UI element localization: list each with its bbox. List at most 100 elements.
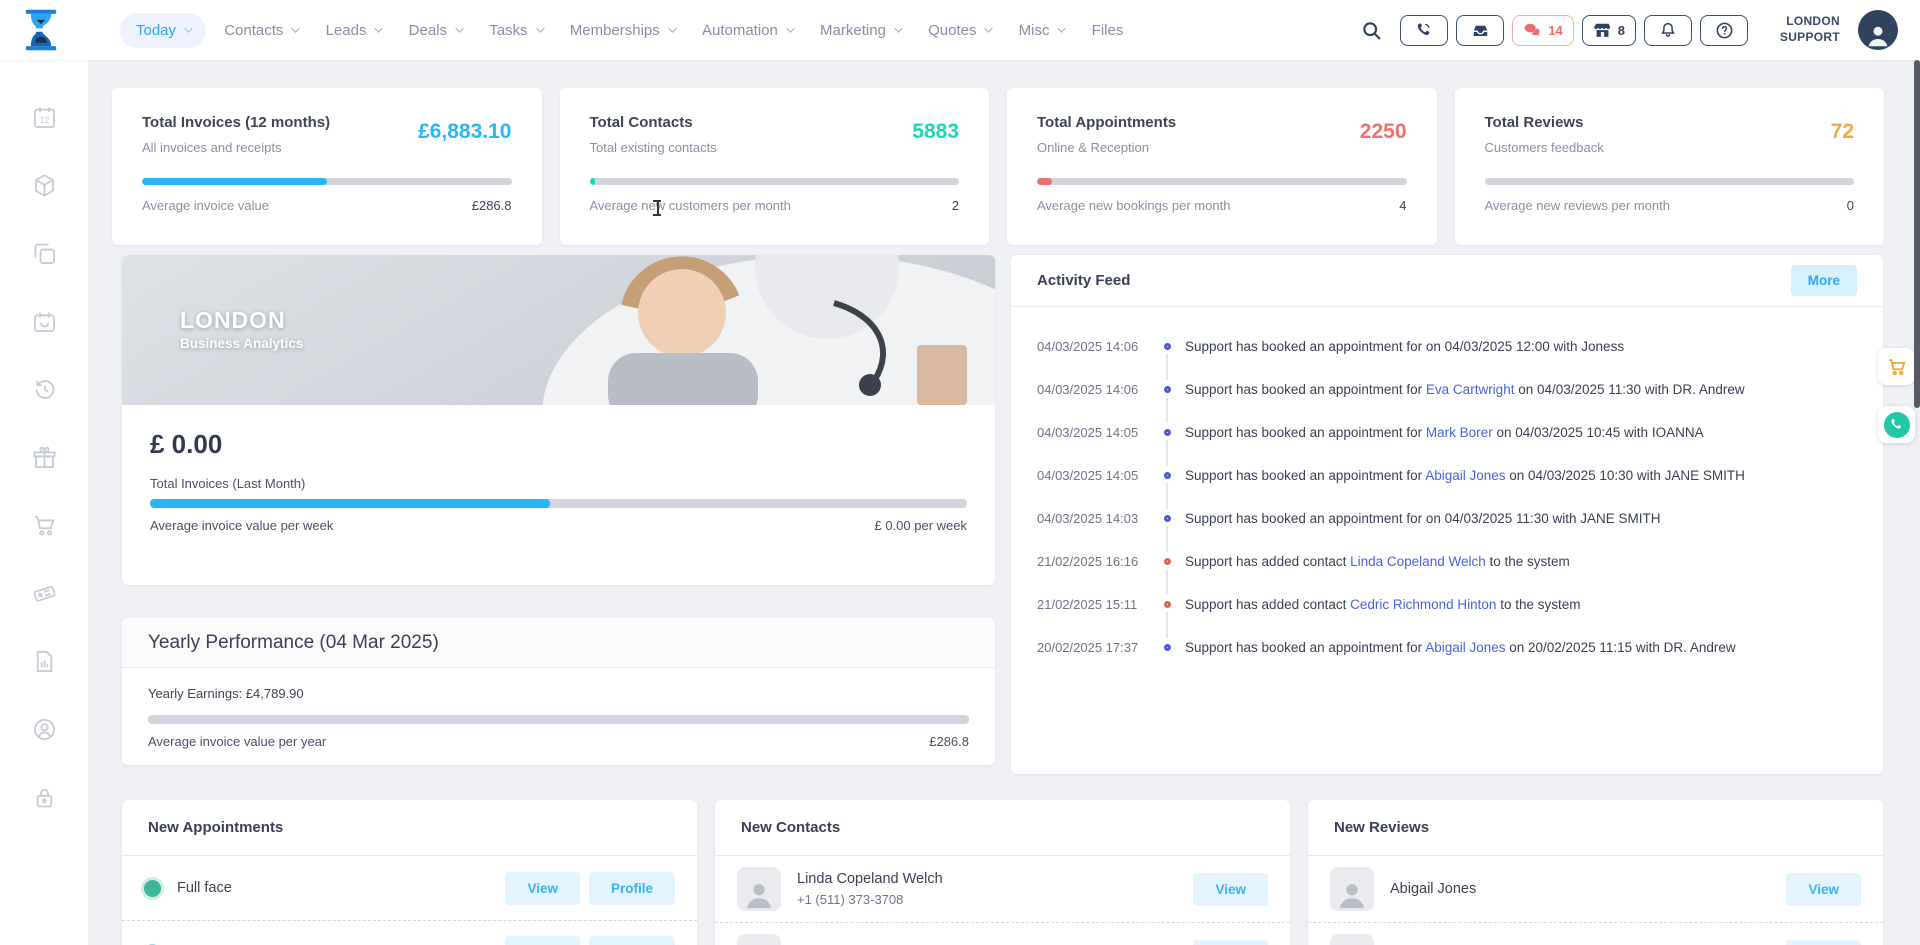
chat-icon — [1524, 23, 1540, 36]
feed-timestamp: 20/02/2025 17:37 — [1037, 640, 1139, 655]
floating-cart-button[interactable] — [1878, 348, 1915, 385]
stat-value: £6,883.10 — [418, 120, 512, 143]
nav-files[interactable]: Files — [1082, 13, 1134, 48]
voucher-icon[interactable] — [31, 580, 58, 607]
feed-entry: 20/02/2025 17:37 Support has booked an a… — [1037, 626, 1857, 669]
feed-contact-link[interactable]: Abigail Jones — [1425, 468, 1505, 483]
account-icon[interactable] — [31, 716, 58, 743]
review-row: Abigail Jones View — [1308, 856, 1883, 922]
reviewer-name: Abigail Jones — [1390, 881, 1477, 897]
progress-fill — [1037, 178, 1052, 185]
progress-fill — [150, 499, 551, 508]
nav-memberships[interactable]: Memberships — [560, 13, 684, 48]
nav-quotes-label: Quotes — [928, 21, 977, 39]
feed-text: Support has booked an appointment for on… — [1185, 339, 1625, 354]
profile-button[interactable]: Profile — [588, 871, 675, 905]
nav-tasks[interactable]: Tasks — [479, 13, 552, 48]
feed-contact-link[interactable]: Mark Borer — [1426, 425, 1493, 440]
stat-card-invoices: Total Invoices (12 months) All invoices … — [112, 88, 542, 245]
profile-button[interactable]: Profile — [588, 936, 675, 945]
yearly-footer-value: £286.8 — [929, 734, 969, 749]
service-color-dot — [144, 879, 161, 897]
main-content: Total Invoices (12 months) All invoices … — [88, 60, 1920, 945]
cart-icon[interactable] — [31, 512, 58, 539]
user-avatar[interactable] — [1858, 10, 1898, 50]
chevron-down-icon — [1057, 24, 1067, 33]
calendar-icon[interactable]: 12 — [31, 104, 58, 131]
nav-memberships-label: Memberships — [569, 21, 660, 39]
nav-misc[interactable]: Misc — [1009, 13, 1074, 48]
new-appointments-title: New Appointments — [148, 819, 284, 836]
booking-icon[interactable] — [31, 308, 58, 335]
left-column: LONDON Business Analytics £ 0.00 Total I… — [122, 255, 995, 765]
view-button[interactable]: View — [505, 871, 580, 905]
app-logo-icon[interactable] — [20, 8, 62, 52]
yearly-footer-label: Average invoice value per year — [148, 734, 327, 749]
chevron-down-icon — [374, 24, 384, 33]
search-icon[interactable] — [1354, 13, 1388, 47]
stat-footer-value: 0 — [1846, 198, 1854, 213]
view-button[interactable]: View — [505, 936, 580, 945]
phone-icon — [1418, 23, 1430, 36]
view-button[interactable]: View — [1193, 872, 1268, 906]
more-button[interactable]: More — [1790, 265, 1857, 296]
chevron-down-icon — [455, 24, 464, 33]
chat-count-badge: 14 — [1548, 22, 1563, 38]
inbox-button[interactable] — [1456, 14, 1505, 46]
person-icon — [1339, 884, 1365, 909]
new-appointments-card: New Appointments Full face View Profile … — [122, 800, 697, 945]
view-button[interactable]: View — [1786, 872, 1861, 906]
feed-contact-link[interactable]: Abigail Jones — [1425, 640, 1505, 655]
nav-marketing[interactable]: Marketing — [810, 13, 910, 48]
stat-footer-value: £286.8 — [471, 198, 512, 213]
nav-leads[interactable]: Leads — [316, 13, 391, 48]
yearly-performance-card: Yearly Performance (04 Mar 2025) Yearly … — [122, 618, 995, 765]
stat-footer-label: Average new customers per month — [589, 198, 791, 213]
activity-feed-card: Activity Feed More 04/03/2025 14:06 Supp… — [1011, 255, 1883, 774]
gift-icon[interactable] — [31, 444, 58, 471]
timeline-dot-column — [1149, 540, 1185, 583]
nav-contacts[interactable]: Contacts — [214, 13, 307, 48]
phone-button[interactable] — [1400, 14, 1449, 46]
chat-button[interactable]: 14 — [1512, 14, 1574, 46]
notifications-button[interactable] — [1644, 14, 1692, 46]
feed-text: on 20/02/2025 11:15 with DR. Andrew — [1505, 640, 1736, 655]
feed-timestamp: 04/03/2025 14:05 — [1037, 425, 1139, 440]
stat-subtitle: Customers feedback — [1484, 140, 1604, 155]
timeline-dot — [1163, 601, 1171, 608]
progress-fill — [142, 178, 327, 185]
nav-automation[interactable]: Automation — [692, 13, 802, 48]
feed-timestamp: 21/02/2025 15:11 — [1037, 597, 1138, 612]
nav-today[interactable]: Today — [120, 12, 207, 48]
timeline-dot-column — [1149, 368, 1185, 411]
new-contacts-title: New Contacts — [741, 819, 841, 836]
progress-track — [150, 499, 967, 508]
package-icon[interactable] — [31, 172, 58, 199]
history-icon[interactable] — [31, 376, 58, 403]
floating-widgets — [1878, 348, 1915, 443]
feed-contact-link[interactable]: Linda Copeland Welch — [1350, 554, 1486, 569]
report-icon[interactable] — [31, 648, 58, 675]
timeline-dot — [1163, 429, 1171, 436]
view-button[interactable]: View — [1193, 939, 1268, 945]
person-icon — [1868, 26, 1888, 47]
stat-title: Total Contacts — [589, 114, 693, 131]
feed-entry: 04/03/2025 14:06 Support has booked an a… — [1037, 368, 1857, 411]
help-button[interactable] — [1700, 14, 1748, 46]
feed-contact-link[interactable]: Cedric Richmond Hinton — [1350, 597, 1496, 612]
lock-icon[interactable] — [31, 784, 58, 811]
store-button[interactable]: 8 — [1581, 14, 1636, 46]
inbox-icon — [1473, 25, 1488, 36]
business-analytics-card: LONDON Business Analytics £ 0.00 Total I… — [122, 255, 995, 585]
floating-call-button[interactable] — [1878, 406, 1915, 443]
phone-icon — [1883, 411, 1910, 438]
avatar — [737, 934, 781, 945]
nav-deals[interactable]: Deals — [399, 13, 472, 48]
nav-quotes[interactable]: Quotes — [918, 13, 1001, 48]
stat-footer-value: 4 — [1399, 198, 1407, 213]
copy-icon[interactable] — [31, 240, 58, 267]
scrollbar[interactable] — [1914, 60, 1920, 408]
feed-contact-link[interactable]: Eva Cartwright — [1426, 382, 1515, 397]
view-button[interactable]: View — [1786, 939, 1861, 945]
header-actions: 14 8 LONDON SUPPORT — [1354, 10, 1898, 50]
